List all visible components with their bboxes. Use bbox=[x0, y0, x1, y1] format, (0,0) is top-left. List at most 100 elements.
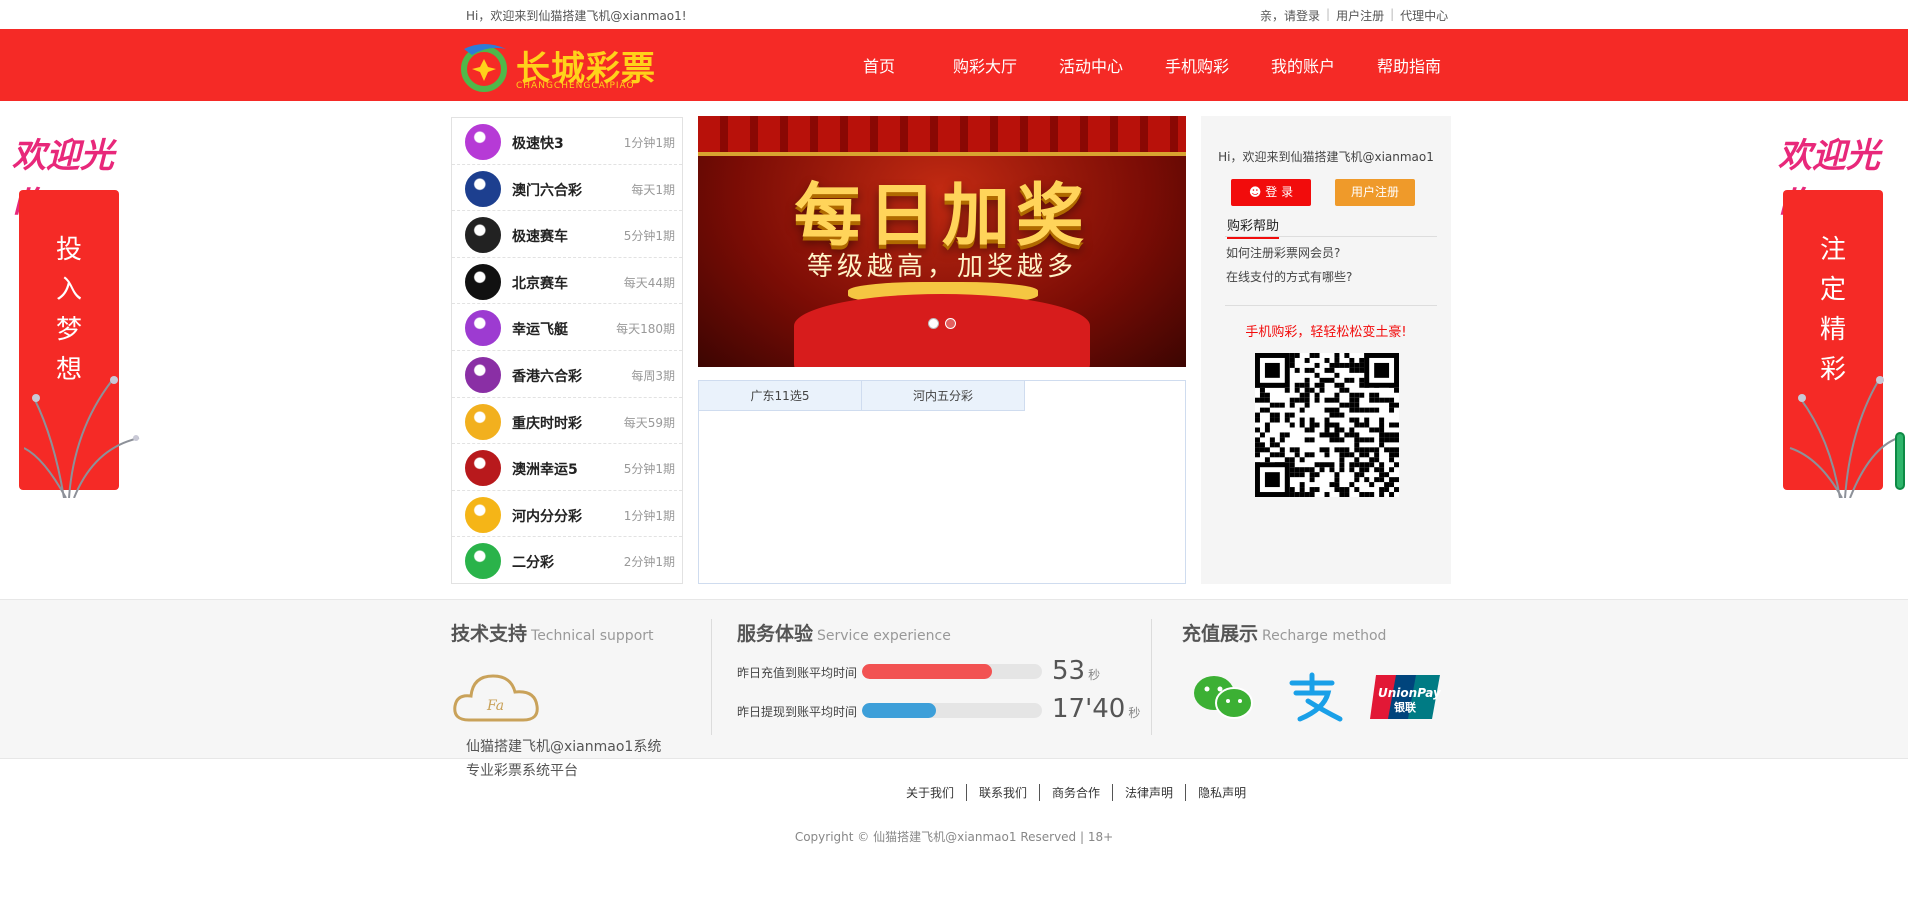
bottom-link-contact[interactable]: 联系我们 bbox=[966, 784, 1039, 801]
alipay-icon bbox=[1289, 672, 1343, 722]
qr-code-icon bbox=[1255, 353, 1399, 497]
lottery-logo-icon bbox=[465, 356, 501, 393]
banner-curtain bbox=[698, 116, 1186, 156]
lottery-row[interactable]: 幸运飞艇 每天180期 bbox=[452, 304, 682, 351]
lottery-logo-icon bbox=[465, 263, 501, 300]
panel-divider bbox=[1225, 305, 1437, 306]
bottom-link-privacy[interactable]: 隐私声明 bbox=[1185, 784, 1258, 801]
withdraw-time-bar-fill bbox=[862, 703, 936, 718]
service-title-en: Service experience bbox=[817, 628, 951, 644]
panel-welcome-text: Hi，欢迎来到仙猫搭建飞机@xianmao1 bbox=[1218, 150, 1434, 164]
help-divider bbox=[1225, 236, 1437, 237]
register-button[interactable]: 用户注册 bbox=[1335, 179, 1415, 206]
top-welcome-text: Hi，欢迎来到仙猫搭建飞机@xianmao1! bbox=[466, 9, 687, 23]
lottery-row[interactable]: 极速赛车 5分钟1期 bbox=[452, 211, 682, 258]
draw-tabs: 广东11选5 河内五分彩 bbox=[699, 381, 1185, 411]
svg-text:银联: 银联 bbox=[1394, 700, 1416, 714]
lottery-row[interactable]: 河内分分彩 1分钟1期 bbox=[452, 491, 682, 538]
help-link-register[interactable]: 如何注册彩票网会员? bbox=[1226, 244, 1340, 261]
lottery-frequency: 每天1期 bbox=[631, 182, 675, 197]
main-header: 长城彩票 CHANGCHENGCAIPIAO 首页 购彩大厅 活动中心 手机购彩… bbox=[0, 29, 1908, 101]
lottery-logo-icon bbox=[465, 170, 501, 207]
banner-dot[interactable] bbox=[945, 318, 956, 329]
lottery-row[interactable]: 重庆时时彩 每天59期 bbox=[452, 398, 682, 445]
banner-pagination bbox=[928, 318, 956, 329]
bottom-link-legal[interactable]: 法律声明 bbox=[1112, 784, 1185, 801]
slogan-char: 投 bbox=[55, 235, 82, 265]
lottery-name: 极速快3 bbox=[512, 136, 564, 152]
nav-activity-center[interactable]: 活动中心 bbox=[1038, 53, 1144, 77]
tab-hanoi-5min[interactable]: 河内五分彩 bbox=[862, 381, 1025, 411]
left-side-banner[interactable]: 欢迎光临 投 入 梦 想 bbox=[10, 108, 140, 498]
cloud-logo-icon: Fa bbox=[453, 674, 539, 722]
bottom-link-about[interactable]: 关于我们 bbox=[906, 784, 966, 801]
nav-my-account[interactable]: 我的账户 bbox=[1250, 53, 1356, 77]
withdraw-time-label: 昨日提现到账平均时间 bbox=[737, 705, 858, 719]
top-agent-link[interactable]: 代理中心 bbox=[1400, 7, 1448, 24]
login-button[interactable]: ☻ 登 录 bbox=[1231, 179, 1311, 206]
lottery-row[interactable]: 澳洲幸运5 5分钟1期 bbox=[452, 444, 682, 491]
floating-service-handle[interactable] bbox=[1895, 432, 1905, 490]
slogan-char: 入 bbox=[55, 275, 82, 305]
lottery-logo-icon bbox=[465, 543, 501, 580]
login-button-label: 登 录 bbox=[1265, 185, 1294, 199]
orchid-decoration-icon bbox=[24, 376, 140, 498]
welcome-art-left: 欢迎光临 bbox=[12, 136, 114, 225]
recharge-title: 充值展示 Recharge method bbox=[1182, 619, 1386, 646]
tech-support-title-en: Technical support bbox=[531, 628, 654, 644]
recharge-title-cn: 充值展示 bbox=[1182, 623, 1259, 645]
draw-results-box: 广东11选5 河内五分彩 bbox=[698, 380, 1186, 584]
tab-guangdong-11x5[interactable]: 广东11选5 bbox=[699, 381, 862, 411]
logo-subtext: CHANGCHENGCAIPIAO bbox=[516, 81, 635, 91]
nav-mobile-lottery[interactable]: 手机购彩 bbox=[1144, 53, 1250, 77]
lottery-frequency: 每天44期 bbox=[623, 275, 675, 290]
footer-divider bbox=[1151, 619, 1152, 735]
slogan-char: 定 bbox=[1819, 275, 1846, 305]
svg-text:UnionPay: UnionPay bbox=[1378, 686, 1442, 700]
slogan-char: 注 bbox=[1819, 235, 1846, 265]
lottery-row[interactable]: 二分彩 2分钟1期 bbox=[452, 537, 682, 584]
slogan-char: 梦 bbox=[55, 315, 82, 345]
lottery-frequency: 每天59期 bbox=[623, 415, 675, 430]
lottery-logo-icon bbox=[465, 217, 501, 254]
lottery-logo-icon bbox=[465, 124, 501, 160]
nav-home[interactable]: 首页 bbox=[826, 53, 932, 77]
site-logo[interactable]: 长城彩票 CHANGCHENGCAIPIAO bbox=[458, 37, 658, 93]
top-login-link[interactable]: 亲，请登录 bbox=[1260, 7, 1320, 24]
lottery-row[interactable]: 香港六合彩 每周3期 bbox=[452, 351, 682, 398]
lottery-row[interactable]: 北京赛车 每天44期 bbox=[452, 258, 682, 305]
lottery-name: 二分彩 bbox=[512, 555, 554, 572]
nav-help-guide[interactable]: 帮助指南 bbox=[1356, 53, 1462, 77]
top-separator: | bbox=[1390, 7, 1395, 21]
lottery-name: 香港六合彩 bbox=[512, 368, 582, 385]
lottery-logo-icon bbox=[465, 496, 501, 533]
lottery-frequency: 5分钟1期 bbox=[623, 229, 675, 244]
top-register-link[interactable]: 用户注册 bbox=[1336, 7, 1384, 24]
lottery-row[interactable]: 澳门六合彩 每天1期 bbox=[452, 165, 682, 212]
lottery-frequency: 2分钟1期 bbox=[623, 555, 675, 570]
recharge-time-value: 53 秒 bbox=[1052, 656, 1100, 686]
recharge-title-en: Recharge method bbox=[1262, 628, 1387, 644]
nav-lottery-hall[interactable]: 购彩大厅 bbox=[932, 53, 1038, 77]
bottom-link-business[interactable]: 商务合作 bbox=[1039, 784, 1112, 801]
recharge-time-number: 53 bbox=[1052, 656, 1086, 686]
banner-dot-active[interactable] bbox=[928, 318, 939, 329]
promo-banner[interactable]: 每日加奖 等级越高，加奖越多 bbox=[698, 116, 1186, 367]
lottery-name: 澳洲幸运5 bbox=[512, 462, 578, 479]
bottom-links: 关于我们 联系我们 商务合作 法律声明 隐私声明 bbox=[906, 784, 1258, 801]
banner-title: 每日加奖 bbox=[793, 177, 1090, 256]
mobile-slogan: 手机购彩，轻轻松松变土豪! bbox=[1245, 325, 1407, 340]
lottery-logo-icon bbox=[465, 403, 501, 440]
footer-info-band bbox=[0, 599, 1908, 759]
lottery-row[interactable]: 极速快3 1分钟1期 bbox=[452, 118, 682, 165]
right-side-banner[interactable]: 欢迎光临 注 定 精 彩 bbox=[1774, 108, 1904, 498]
help-link-payment[interactable]: 在线支付的方式有哪些? bbox=[1226, 268, 1352, 285]
withdraw-time-number: 17'40 bbox=[1052, 694, 1126, 724]
tech-support-line: 专业彩票系统平台 bbox=[466, 763, 578, 779]
main-nav: 首页 购彩大厅 活动中心 手机购彩 我的账户 帮助指南 bbox=[826, 53, 1462, 77]
top-links: 亲，请登录 | 用户注册 | 代理中心 bbox=[1260, 7, 1448, 24]
tech-support-title-cn: 技术支持 bbox=[451, 623, 528, 645]
lottery-name: 澳门六合彩 bbox=[512, 182, 582, 199]
recharge-time-label: 昨日充值到账平均时间 bbox=[737, 666, 858, 680]
footer-divider bbox=[711, 619, 712, 735]
